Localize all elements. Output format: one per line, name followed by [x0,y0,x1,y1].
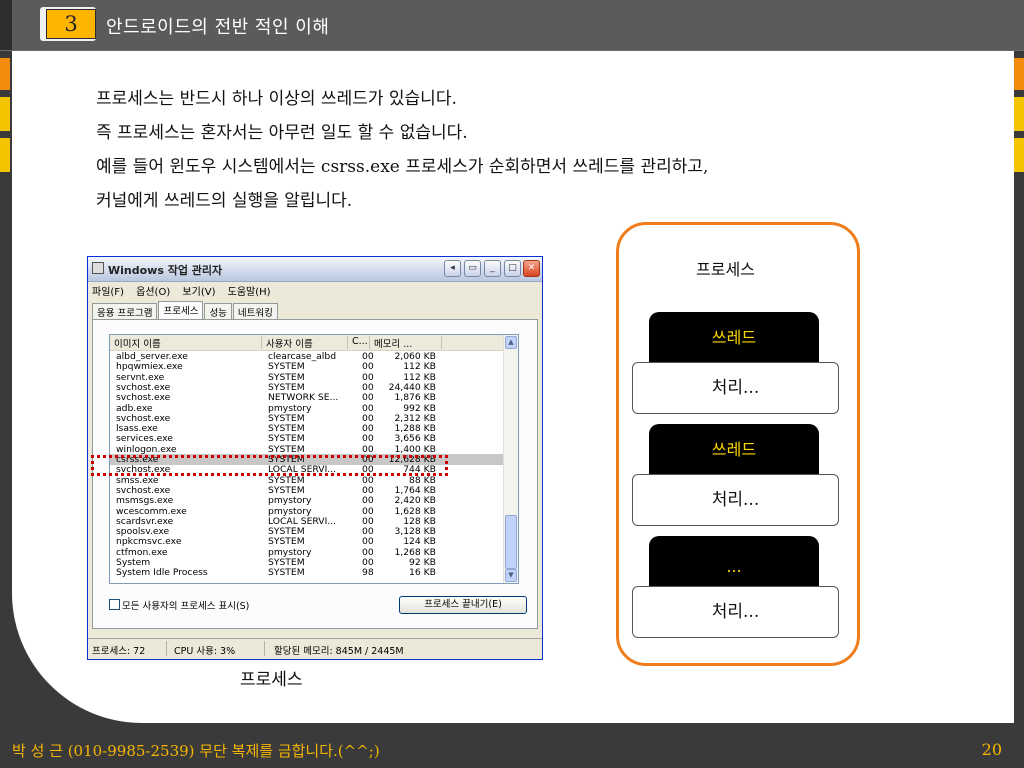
body-line: 커널에게 쓰레드의 실행을 알립니다. [96,191,353,211]
tab-processes[interactable]: 프로세스 [158,301,204,320]
process-user-name: SYSTEM [268,567,305,579]
status-divider [166,641,167,656]
side-tab-right-yellow [1014,97,1024,131]
restore-icon[interactable]: ▭ [464,260,481,277]
menu-bar: 파일(F) 옵션(O) 보기(V) 도움말(H) [92,283,280,298]
scroll-up-icon[interactable]: ▲ [505,336,517,349]
tab-networking[interactable]: 네트워킹 [232,303,278,320]
csrss-highlight-box [91,455,448,476]
minimize-button[interactable]: _ [484,260,501,277]
process-label: 프로세스 [696,260,755,279]
slide-title: 안드로이드의 전반 적인 이해 [106,17,330,38]
task-manager-icon [92,262,104,274]
thread-work-box: 처리... [632,474,839,526]
menu-help[interactable]: 도움말(H) [228,287,271,298]
show-all-users-checkbox[interactable] [109,599,120,610]
screenshot-caption: 프로세스 [240,670,303,690]
menu-view[interactable]: 보기(V) [182,287,215,298]
status-cpu-usage: CPU 사용: 3% [174,646,236,657]
column-memory[interactable]: 메모리 ... [370,336,442,350]
window-title: Windows 작업 관리자 [108,264,223,277]
scroll-thumb[interactable] [505,515,517,569]
body-line: 프로세스는 반드시 하나 이상의 쓰레드가 있습니다. [96,89,457,109]
column-image-name[interactable]: 이미지 이름 [110,336,262,350]
process-list-header: 이미지 이름 사용자 이름 C... 메모리 ... [110,335,518,351]
side-tab-left-yellow [0,97,10,131]
side-tab-left-yellow [0,138,10,172]
thread-header: 쓰레드 [649,312,819,362]
slide-header: 3 안드로이드의 전반 적인 이해 [0,0,1024,51]
column-cpu[interactable]: C... [348,336,370,349]
show-all-users-label: 모든 사용자의 프로세스 표시(S) [122,601,250,612]
column-user-name[interactable]: 사용자 이름 [262,336,348,350]
slide-number: 3 [46,9,96,39]
body-line: 예를 들어 윈도우 시스템에서는 csrss.exe 프로세스가 순회하면서 쓰… [96,157,709,177]
scroll-down-icon[interactable]: ▼ [505,569,517,582]
status-process-count: 프로세스: 72 [92,646,146,657]
table-row[interactable]: System Idle Process SYSTEM 98 16 KB [110,567,506,578]
thread-work-box: 처리... [632,586,839,638]
close-button[interactable]: ✕ [523,260,540,277]
thread-header: ... [649,536,819,586]
side-tab-left-orange [0,58,10,90]
header-left-bar [0,0,12,50]
end-process-button[interactable]: 프로세스 끝내기(E) [399,596,527,614]
page-number: 20 [981,740,1002,759]
process-memory: 16 KB [409,567,436,579]
menu-file[interactable]: 파일(F) [92,287,124,298]
status-memory: 할당된 메모리: 845M / 2445M [274,646,404,657]
tab-bar: 응용 프로그램 프로세스 성능 네트워킹 [92,301,279,320]
slide: 3 안드로이드의 전반 적인 이해 프로세스는 반드시 하나 이상의 쓰레드가 … [0,0,1024,768]
show-all-users-row[interactable]: 모든 사용자의 프로세스 표시(S) [109,598,249,612]
thread-work-box: 처리... [632,362,839,414]
status-divider [264,641,265,656]
footer-author: 박 성 근 (010-9985-2539) 무단 복제를 금합니다.(^^;) [12,742,380,760]
menu-options[interactable]: 옵션(O) [136,287,170,298]
body-text: 프로세스는 반드시 하나 이상의 쓰레드가 있습니다. 즉 프로세스는 혼자서는… [96,82,708,218]
process-image-name: System Idle Process [116,567,208,579]
side-tab-right-yellow [1014,138,1024,172]
process-cpu: 98 [362,567,374,579]
body-line: 즉 프로세스는 혼자서는 아무런 일도 할 수 없습니다. [96,123,468,143]
window-titlebar: Windows 작업 관리자 ◂ ▭ _ □ ✕ [88,257,542,282]
side-tab-right-orange [1014,58,1024,90]
status-bar: 프로세스: 72 CPU 사용: 3% 할당된 메모리: 845M / 2445… [88,638,542,659]
tab-performance[interactable]: 성능 [204,303,232,320]
maximize-button[interactable]: □ [504,260,521,277]
thread-header: 쓰레드 [649,424,819,474]
list-scrollbar[interactable]: ▲ ▼ [503,335,518,583]
tab-applications[interactable]: 응용 프로그램 [92,303,158,320]
help-icon[interactable]: ◂ [444,260,461,277]
